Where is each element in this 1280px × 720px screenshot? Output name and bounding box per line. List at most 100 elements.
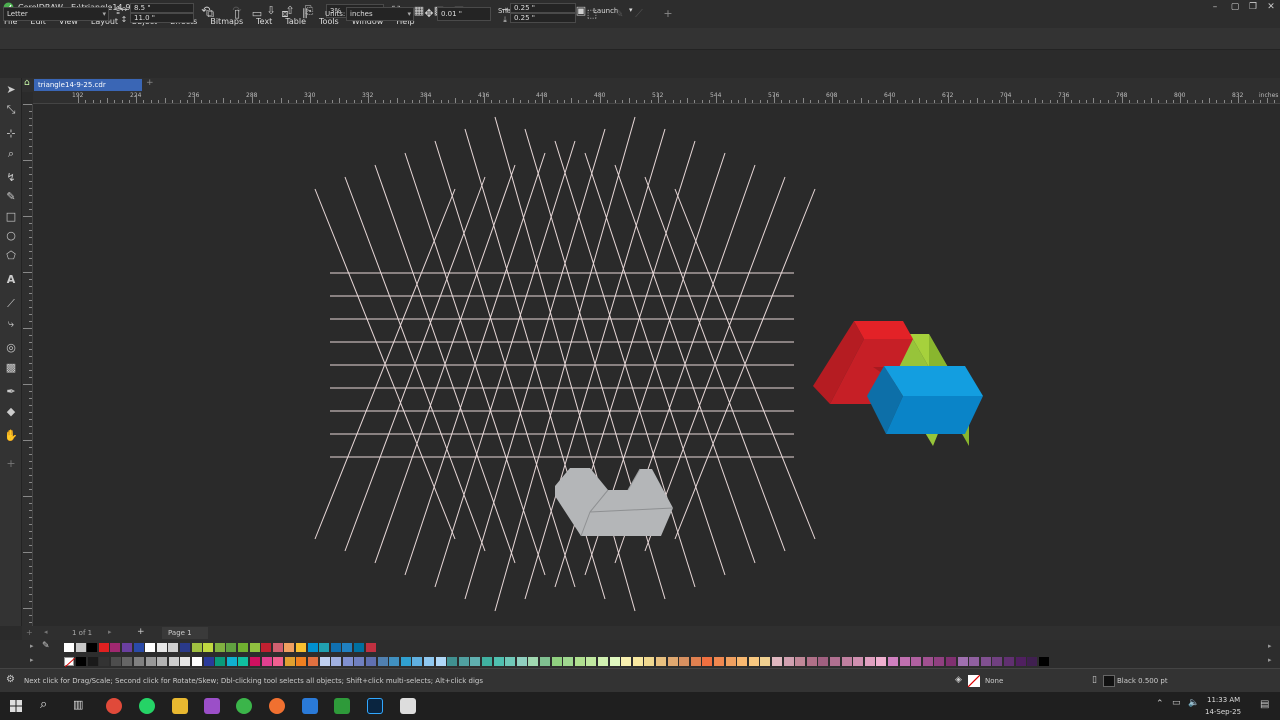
color-swatch[interactable]: [284, 657, 295, 666]
color-swatch[interactable]: [296, 657, 307, 666]
fill-none-swatch[interactable]: [967, 674, 981, 688]
color-swatch[interactable]: [586, 657, 597, 666]
task-view-icon[interactable]: ▥: [73, 698, 83, 711]
color-swatch[interactable]: [192, 657, 202, 666]
page-height-field[interactable]: 11.0 ": [130, 13, 194, 23]
whatsapp-icon[interactable]: [139, 698, 155, 714]
notification-icon[interactable]: ▤: [1260, 699, 1269, 710]
color-swatch[interactable]: [528, 657, 539, 666]
color-swatch[interactable]: [632, 657, 643, 666]
color-swatch[interactable]: [737, 657, 748, 666]
color-swatch[interactable]: [702, 657, 713, 666]
color-swatch[interactable]: [168, 643, 179, 652]
color-swatch[interactable]: [261, 657, 272, 666]
coreldraw-taskbar-icon[interactable]: [236, 698, 252, 714]
color-swatch[interactable]: [238, 657, 249, 666]
color-swatch[interactable]: [180, 643, 190, 652]
color-swatch[interactable]: [876, 657, 887, 666]
color-swatch[interactable]: [818, 657, 829, 666]
no-color-swatch[interactable]: [64, 657, 76, 668]
text-tool-icon[interactable]: A: [3, 272, 19, 288]
color-swatch[interactable]: [203, 657, 214, 666]
search-icon[interactable]: ⌕: [40, 697, 47, 712]
color-swatch[interactable]: [296, 643, 306, 652]
chrome-icon[interactable]: [106, 698, 122, 714]
treat-as-filled-icon[interactable]: ⬚: [585, 7, 599, 21]
color-swatch[interactable]: [377, 657, 388, 666]
color-swatch[interactable]: [957, 657, 968, 666]
document-tab[interactable]: triangle14-9-25.cdr: [34, 79, 142, 91]
vertical-ruler[interactable]: [22, 104, 33, 626]
duplicate-distance-x-field[interactable]: 0.25 ": [510, 3, 576, 13]
color-swatch[interactable]: [203, 643, 214, 652]
connector-tool-icon[interactable]: ⤷: [3, 316, 19, 332]
interactive-fill-tool-icon[interactable]: ◆: [3, 404, 19, 420]
color-swatch[interactable]: [841, 657, 852, 666]
color-swatch[interactable]: [1015, 657, 1026, 666]
crop-tool-icon[interactable]: ⊹: [3, 126, 19, 142]
shape-tool-icon[interactable]: ⤡: [3, 102, 19, 118]
drawing-canvas[interactable]: [33, 104, 1280, 626]
photoshop-icon[interactable]: [367, 698, 383, 714]
color-swatch[interactable]: [110, 657, 121, 666]
color-swatch[interactable]: [250, 657, 260, 666]
color-swatch[interactable]: [458, 657, 469, 666]
network-icon[interactable]: ▭: [1172, 698, 1181, 708]
next-page-icon[interactable]: ▸: [108, 628, 112, 636]
color-swatch[interactable]: [134, 657, 144, 666]
color-swatch[interactable]: [75, 643, 86, 652]
color-swatch[interactable]: [122, 657, 133, 666]
gray-isometric-shape[interactable]: [555, 468, 674, 537]
color-swatch[interactable]: [157, 657, 168, 666]
color-swatch[interactable]: [272, 643, 283, 652]
tray-chevron-icon[interactable]: ⌃: [1156, 699, 1164, 709]
clock-time[interactable]: 11:33 AM: [1207, 696, 1240, 704]
restore-icon-small[interactable]: ▢: [1226, 0, 1244, 14]
home-icon[interactable]: ⌂: [24, 78, 30, 88]
color-swatch[interactable]: [482, 657, 492, 666]
scale-icon[interactable]: ⟋: [632, 7, 646, 21]
color-swatch[interactable]: [470, 657, 481, 666]
color-swatch[interactable]: [319, 643, 330, 652]
all-pages-icon[interactable]: ⧉: [203, 7, 217, 21]
color-swatch[interactable]: [644, 657, 655, 666]
color-swatch[interactable]: [656, 657, 666, 666]
rectangle-tool-icon[interactable]: □: [3, 209, 19, 225]
color-swatch[interactable]: [110, 643, 121, 652]
palette2-expand-icon[interactable]: ▸: [1268, 656, 1272, 664]
color-swatch[interactable]: [87, 657, 98, 666]
color-swatch[interactable]: [516, 657, 527, 666]
color-swatch[interactable]: [1004, 657, 1014, 666]
color-swatch[interactable]: [435, 657, 446, 666]
transparency-tool-icon[interactable]: ▩: [3, 360, 19, 376]
color-swatch[interactable]: [389, 657, 400, 666]
color-swatch[interactable]: [330, 643, 341, 652]
color-swatch[interactable]: [934, 657, 945, 666]
color-swatch[interactable]: [261, 643, 272, 652]
color-swatch[interactable]: [87, 643, 98, 652]
edit-units-icon[interactable]: ✎: [612, 7, 626, 21]
color-swatch[interactable]: [191, 643, 202, 652]
page-size-select[interactable]: Letter: [3, 7, 109, 21]
color-swatch[interactable]: [760, 657, 771, 666]
file-explorer-icon[interactable]: [172, 698, 188, 714]
smart-fill-tool-icon[interactable]: ✋: [3, 428, 19, 444]
color-swatch[interactable]: [783, 657, 794, 666]
nudge-distance-field[interactable]: 0.01 ": [437, 7, 491, 21]
landscape-icon[interactable]: ▭: [250, 7, 264, 21]
color-swatch[interactable]: [342, 643, 353, 652]
color-swatch[interactable]: [366, 657, 376, 666]
units-select[interactable]: inches: [346, 7, 414, 21]
color-swatch[interactable]: [238, 643, 248, 652]
color-swatch[interactable]: [273, 657, 284, 666]
palette-scroll-icon[interactable]: ▸: [30, 642, 34, 650]
color-swatch[interactable]: [99, 657, 110, 666]
page-layout-icon[interactable]: ⧈: [278, 7, 292, 21]
ellipse-tool-icon[interactable]: ○: [3, 228, 19, 244]
color-swatch[interactable]: [899, 657, 910, 666]
color-swatch[interactable]: [992, 657, 1003, 666]
quick-customize-icon[interactable]: +: [3, 456, 19, 472]
color-swatch[interactable]: [574, 657, 585, 666]
color-swatch[interactable]: [563, 657, 574, 666]
color-swatch[interactable]: [215, 657, 226, 666]
